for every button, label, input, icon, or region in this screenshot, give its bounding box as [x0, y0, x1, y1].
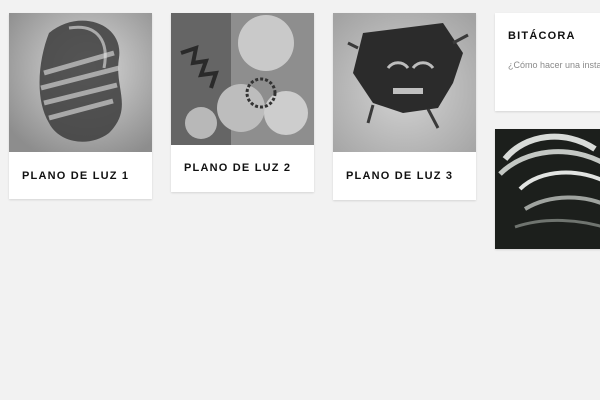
- blog-card[interactable]: BITÁCORA ¿Cómo hacer una instal de Hugo?: [495, 13, 600, 111]
- paper-cut-face-photo[interactable]: [333, 13, 476, 152]
- portfolio-grid: PLANO DE LUZ 1 PLANO DE LUZ 2 PLANO DE L…: [0, 0, 600, 400]
- blog-title[interactable]: BITÁCORA: [508, 30, 576, 42]
- project-title[interactable]: PLANO DE LUZ 2: [171, 162, 291, 174]
- project-card-1[interactable]: PLANO DE LUZ 1: [9, 13, 152, 199]
- paper-sculpture-photo[interactable]: [9, 13, 152, 152]
- project-card-3[interactable]: PLANO DE LUZ 3: [333, 13, 476, 200]
- project-title[interactable]: PLANO DE LUZ 1: [9, 170, 129, 182]
- gear-shadow-photo[interactable]: [171, 13, 314, 145]
- project-title[interactable]: PLANO DE LUZ 3: [333, 170, 453, 182]
- featured-image-card[interactable]: [495, 129, 600, 249]
- paper-ribbon-photo[interactable]: [495, 129, 600, 249]
- project-card-2[interactable]: PLANO DE LUZ 2: [171, 13, 314, 192]
- blog-excerpt: ¿Cómo hacer una instal de Hugo?: [508, 60, 600, 70]
